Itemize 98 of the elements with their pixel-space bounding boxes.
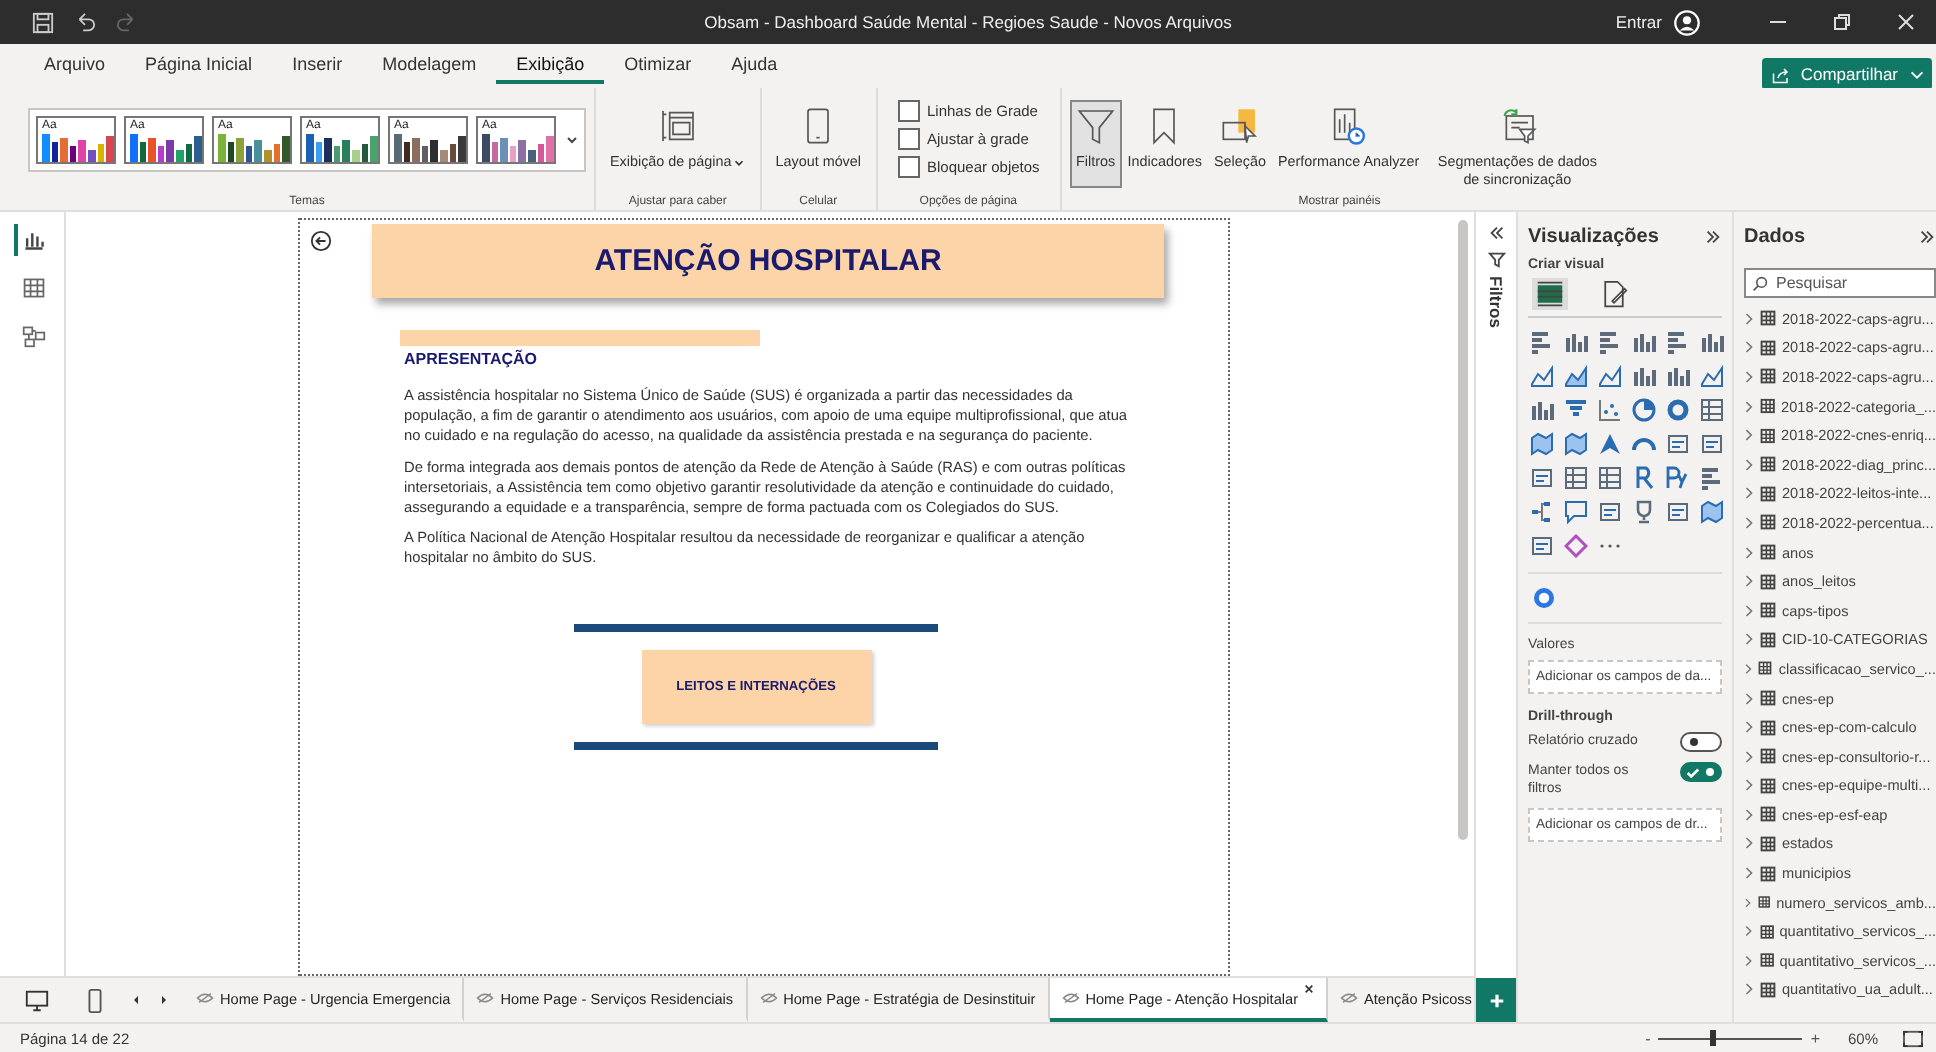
pie-chart-icon[interactable] bbox=[1666, 398, 1690, 422]
table-icon bbox=[1759, 952, 1774, 969]
menu-tab[interactable]: Arquivo bbox=[24, 48, 126, 84]
hidden-eye-icon bbox=[759, 992, 778, 1004]
table-icon bbox=[1759, 427, 1776, 444]
hidden-eye-icon bbox=[196, 992, 214, 1004]
line-chart-icon[interactable] bbox=[1700, 364, 1724, 388]
section-heading: APRESENTAÇÃO bbox=[404, 350, 538, 368]
scroll-right-icon[interactable] bbox=[156, 992, 172, 1008]
checkbox[interactable] bbox=[897, 156, 919, 178]
bar-chart-icon bbox=[22, 228, 46, 252]
map-icon[interactable] bbox=[1700, 500, 1724, 524]
share-button[interactable]: Compartilhar bbox=[1762, 58, 1932, 90]
table-icon bbox=[1760, 865, 1776, 882]
report-title: ATENÇÃO HOSPITALAR bbox=[594, 244, 942, 278]
menu-tab[interactable]: Otimizar bbox=[604, 48, 712, 84]
hidden-eye-icon bbox=[476, 992, 495, 1004]
collapse-icon[interactable] bbox=[1918, 227, 1936, 245]
table-icon bbox=[1760, 544, 1776, 561]
zoom-out-button[interactable]: - bbox=[1645, 1029, 1651, 1047]
report-view-button[interactable] bbox=[14, 224, 50, 256]
pane-title: Visualizações bbox=[1528, 225, 1659, 247]
menu-tab[interactable]: Ajuda bbox=[711, 48, 798, 84]
table-icon[interactable] bbox=[1564, 466, 1588, 490]
table-icon bbox=[1760, 573, 1776, 590]
zoom-in-button[interactable]: + bbox=[1810, 1029, 1820, 1047]
save-icon[interactable] bbox=[32, 11, 54, 33]
table-icon bbox=[1759, 923, 1774, 940]
table-icon bbox=[1760, 835, 1776, 852]
fit-to-page-icon[interactable] bbox=[1902, 1029, 1924, 1047]
collapse-icon[interactable] bbox=[1704, 227, 1722, 245]
toggle-switch[interactable] bbox=[1680, 762, 1722, 782]
desktop-icon[interactable] bbox=[24, 987, 50, 1013]
pie-chart-icon[interactable] bbox=[1632, 398, 1656, 422]
line-chart-icon[interactable] bbox=[1530, 364, 1554, 388]
menu-tab[interactable]: Modelagem bbox=[362, 48, 497, 84]
user-icon[interactable] bbox=[1674, 9, 1700, 35]
checkbox[interactable] bbox=[897, 128, 919, 150]
selection-icon bbox=[1219, 106, 1260, 146]
slider-thumb[interactable] bbox=[1709, 1030, 1716, 1046]
hidden-eye-icon bbox=[1061, 992, 1080, 1004]
table-icon bbox=[1760, 514, 1776, 531]
menu-tab[interactable]: Inserir bbox=[272, 48, 363, 84]
table-icon bbox=[1760, 485, 1776, 502]
plus-icon bbox=[1487, 991, 1505, 1009]
table-icon bbox=[1760, 310, 1776, 327]
table-icon bbox=[1759, 398, 1776, 415]
zoom-slider[interactable] bbox=[1658, 1028, 1803, 1048]
check-icon bbox=[1686, 765, 1700, 779]
table-icon bbox=[1760, 368, 1776, 385]
map-icon[interactable] bbox=[1564, 432, 1588, 456]
table-icon bbox=[1760, 806, 1776, 823]
diagram-icon bbox=[22, 324, 46, 348]
filter-icon bbox=[1487, 250, 1505, 268]
add-page-button[interactable] bbox=[1476, 978, 1516, 1022]
table-icon bbox=[1760, 631, 1776, 648]
filter-icon bbox=[1075, 106, 1116, 146]
map-icon[interactable] bbox=[1530, 432, 1554, 456]
back-button-icon[interactable] bbox=[310, 230, 332, 252]
restore-icon[interactable] bbox=[1832, 12, 1852, 32]
line-chart-icon[interactable] bbox=[1598, 364, 1622, 388]
table-icon bbox=[1759, 456, 1776, 473]
table-icon bbox=[1757, 894, 1771, 911]
hidden-eye-icon bbox=[1340, 992, 1359, 1004]
pane-title: Dados bbox=[1744, 225, 1806, 247]
table-icon bbox=[1760, 748, 1776, 765]
search-field[interactable]: Pesquisar bbox=[1744, 268, 1936, 298]
build-visual-tab[interactable] bbox=[1532, 278, 1568, 310]
table-icon bbox=[22, 276, 46, 300]
window-title: Obsam - Dashboard Saúde Mental - Regioes Saude - Novos Arquivos bbox=[704, 12, 1232, 32]
format-brush-icon bbox=[1600, 280, 1628, 308]
sign-in-button[interactable]: Entrar bbox=[1615, 12, 1662, 32]
table-icon[interactable] bbox=[1598, 466, 1622, 490]
table-icon bbox=[1760, 719, 1776, 736]
share-icon bbox=[1772, 65, 1791, 83]
table-icon bbox=[1760, 777, 1776, 794]
checkbox[interactable] bbox=[897, 100, 919, 122]
table-icon bbox=[1760, 690, 1776, 707]
menu-tab[interactable]: Exibição bbox=[496, 48, 605, 84]
table-icon bbox=[1760, 339, 1776, 356]
table-icon bbox=[1760, 602, 1776, 619]
close-icon[interactable] bbox=[1304, 984, 1315, 994]
table-icon bbox=[1536, 280, 1564, 308]
redo-icon[interactable] bbox=[116, 11, 138, 33]
table-icon bbox=[1760, 981, 1776, 998]
toggle-switch[interactable] bbox=[1680, 732, 1722, 752]
scrollbar[interactable] bbox=[1458, 220, 1468, 840]
ring-icon[interactable] bbox=[1532, 586, 1556, 610]
filters-label: Filtros bbox=[1486, 276, 1506, 328]
expand-icon[interactable] bbox=[1487, 224, 1505, 242]
page-layout-icon bbox=[657, 106, 698, 146]
expand-gallery-icon[interactable] bbox=[564, 132, 580, 148]
menu-tab[interactable]: Página Inicial bbox=[125, 48, 273, 84]
stopwatch-icon bbox=[1328, 106, 1369, 146]
line-chart-icon[interactable] bbox=[1564, 364, 1588, 388]
table-icon[interactable] bbox=[1700, 398, 1724, 422]
table-icon bbox=[1758, 660, 1773, 677]
undo-icon[interactable] bbox=[74, 11, 96, 33]
